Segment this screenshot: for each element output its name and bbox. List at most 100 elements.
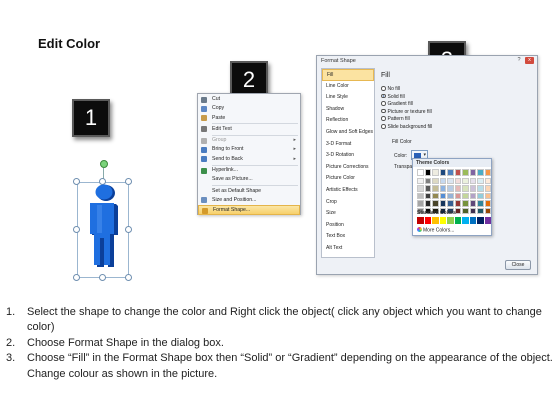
color-swatch[interactable] [469, 200, 476, 207]
color-swatch[interactable] [477, 207, 484, 214]
rotation-handle[interactable] [100, 160, 108, 168]
category-artistic-effects[interactable]: Artistic Effects [322, 185, 374, 197]
radio-slide-background-fill[interactable]: Slide background fill [381, 124, 432, 131]
color-swatch[interactable] [484, 169, 491, 176]
color-swatch[interactable] [454, 185, 461, 192]
color-swatch[interactable] [432, 192, 439, 199]
standard-color-swatch[interactable] [424, 217, 431, 224]
color-swatch[interactable] [454, 177, 461, 184]
resize-handle-nw[interactable] [73, 178, 80, 185]
category-text-box[interactable]: Text Box [322, 231, 374, 243]
color-swatch[interactable] [447, 192, 454, 199]
color-swatch[interactable] [484, 192, 491, 199]
color-swatch[interactable] [454, 200, 461, 207]
radio-button-icon[interactable] [381, 101, 386, 106]
color-swatch[interactable] [447, 200, 454, 207]
close-button[interactable]: Close [505, 260, 531, 270]
color-swatch[interactable] [462, 169, 469, 176]
person-figure[interactable] [84, 183, 124, 273]
category-position[interactable]: Position [322, 220, 374, 232]
category-fill[interactable]: Fill [322, 69, 374, 81]
color-swatch[interactable] [469, 177, 476, 184]
menu-item-copy[interactable]: Copy [198, 104, 300, 113]
color-swatch[interactable] [417, 169, 424, 176]
color-swatch[interactable] [462, 177, 469, 184]
standard-color-swatch[interactable] [447, 217, 454, 224]
category-shadow[interactable]: Shadow [322, 104, 374, 116]
standard-color-swatch[interactable] [439, 217, 446, 224]
color-swatch[interactable] [447, 177, 454, 184]
color-swatch[interactable] [484, 207, 491, 214]
resize-handle-e[interactable] [125, 226, 132, 233]
category-3-d-format[interactable]: 3-D Format [322, 139, 374, 151]
color-swatch[interactable] [484, 200, 491, 207]
radio-button-icon[interactable] [381, 93, 386, 99]
menu-item-format-shape[interactable]: Format Shape... [198, 205, 300, 215]
color-swatch[interactable] [424, 169, 431, 176]
color-swatch[interactable] [417, 185, 424, 192]
menu-item-size-and-position[interactable]: Size and Position... [198, 196, 300, 205]
menu-item-paste[interactable]: Paste [198, 114, 300, 123]
category-size[interactable]: Size [322, 208, 374, 220]
color-swatch[interactable] [439, 169, 446, 176]
color-swatch[interactable] [439, 185, 446, 192]
radio-button-icon[interactable] [381, 124, 386, 129]
color-swatch[interactable] [484, 185, 491, 192]
color-swatch[interactable] [424, 192, 431, 199]
color-swatch[interactable] [417, 192, 424, 199]
color-swatch[interactable] [424, 185, 431, 192]
standard-color-swatch[interactable] [477, 217, 484, 224]
color-swatch[interactable] [484, 177, 491, 184]
more-colors-option[interactable]: More Colors... [417, 227, 454, 234]
radio-pattern-fill[interactable]: Pattern fill [381, 116, 410, 123]
color-swatch[interactable] [432, 169, 439, 176]
category-line-style[interactable]: Line Style [322, 92, 374, 104]
color-swatch[interactable] [477, 200, 484, 207]
resize-handle-se[interactable] [125, 274, 132, 281]
menu-item-cut[interactable]: Cut [198, 95, 300, 104]
color-swatch[interactable] [447, 169, 454, 176]
color-swatch[interactable] [447, 185, 454, 192]
color-swatch[interactable] [462, 192, 469, 199]
color-swatch[interactable] [424, 200, 431, 207]
color-swatch[interactable] [469, 185, 476, 192]
menu-item-group[interactable]: Group ▸ [198, 136, 300, 145]
color-swatch[interactable] [462, 207, 469, 214]
color-swatch[interactable] [417, 177, 424, 184]
category-picture-color[interactable]: Picture Color [322, 173, 374, 185]
color-swatch[interactable] [469, 207, 476, 214]
radio-button-icon[interactable] [381, 108, 386, 114]
category-alt-text[interactable]: Alt Text [322, 243, 374, 255]
menu-item-send-to-back[interactable]: Send to Back ▸ [198, 155, 300, 164]
menu-item-edit-text[interactable]: Edit Text [198, 125, 300, 134]
color-swatch[interactable] [477, 169, 484, 176]
close-x-icon[interactable]: x [525, 57, 534, 64]
resize-handle-sw[interactable] [73, 274, 80, 281]
color-swatch[interactable] [432, 200, 439, 207]
color-swatch[interactable] [477, 192, 484, 199]
standard-color-swatch[interactable] [462, 217, 469, 224]
radio-no-fill[interactable]: No fill [381, 86, 400, 93]
color-swatch[interactable] [462, 185, 469, 192]
radio-gradient-fill[interactable]: Gradient fill [381, 101, 413, 108]
standard-color-swatch[interactable] [417, 217, 424, 224]
color-swatch[interactable] [469, 192, 476, 199]
category-reflection[interactable]: Reflection [322, 115, 374, 127]
resize-handle-s[interactable] [99, 274, 106, 281]
resize-handle-ne[interactable] [125, 178, 132, 185]
category-3-d-rotation[interactable]: 3-D Rotation [322, 150, 374, 162]
color-swatch[interactable] [469, 169, 476, 176]
category-crop[interactable]: Crop [322, 197, 374, 209]
color-swatch[interactable] [439, 177, 446, 184]
standard-color-swatch[interactable] [454, 217, 461, 224]
category-line-color[interactable]: Line Color [322, 81, 374, 93]
standard-color-swatch[interactable] [432, 217, 439, 224]
menu-item-save-as-picture[interactable]: Save as Picture... [198, 175, 300, 184]
color-swatch[interactable] [462, 200, 469, 207]
radio-button-icon[interactable] [381, 86, 386, 91]
help-button[interactable]: ? [514, 57, 523, 64]
radio-button-icon[interactable] [381, 116, 386, 121]
resize-handle-w[interactable] [73, 226, 80, 233]
standard-color-swatch[interactable] [469, 217, 476, 224]
color-swatch[interactable] [417, 200, 424, 207]
